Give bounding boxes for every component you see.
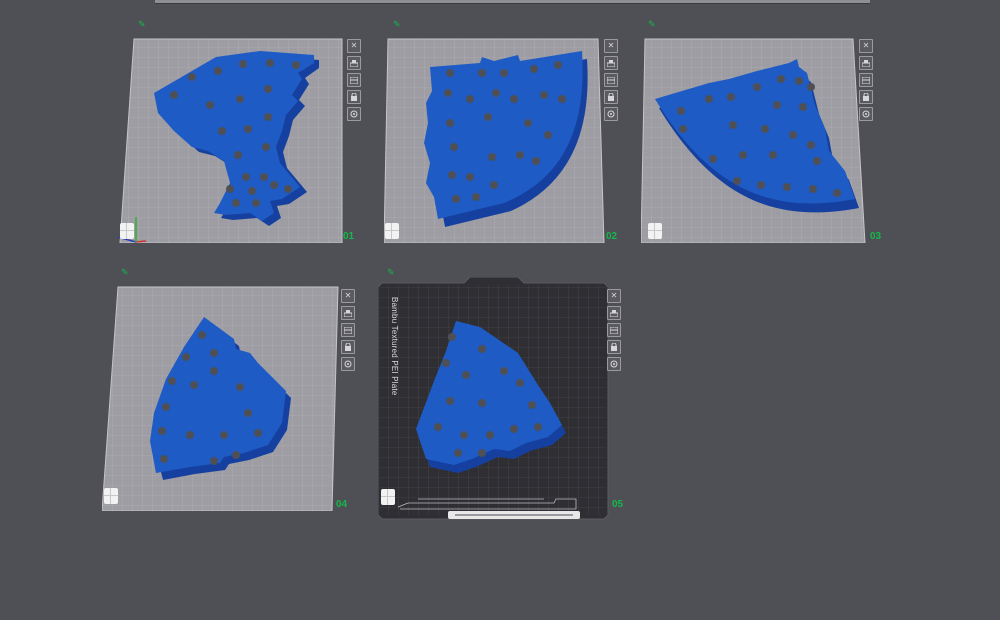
arrange-icon[interactable] xyxy=(607,306,621,320)
orient-icon[interactable] xyxy=(604,73,618,87)
plate-03[interactable] xyxy=(641,37,871,243)
plate-number: 01 xyxy=(343,231,355,242)
arrange-icon[interactable] xyxy=(347,56,361,70)
plate-04-edit-icon[interactable]: ✎ xyxy=(121,267,129,278)
plate-05-qr-badge xyxy=(381,489,395,505)
plate-05[interactable] xyxy=(378,277,609,520)
settings-icon[interactable] xyxy=(859,107,873,121)
plate-number: 05 xyxy=(612,499,624,510)
settings-icon[interactable] xyxy=(347,107,361,121)
lock-icon[interactable] xyxy=(341,340,355,354)
plate-02-bed xyxy=(384,38,605,243)
top-bar xyxy=(155,0,870,4)
plate-type-label: Bambu Textured PEI Plate xyxy=(390,297,399,396)
plate-02-toolbar: ✕ xyxy=(604,39,618,121)
close-icon[interactable]: ✕ xyxy=(607,289,621,303)
plate-01-edit-icon[interactable]: ✎ xyxy=(138,19,146,30)
settings-icon[interactable] xyxy=(607,357,621,371)
plate-01-qr-badge xyxy=(120,223,134,239)
plate-01-bed xyxy=(118,38,343,243)
plate-number: 03 xyxy=(870,231,882,242)
plate-02[interactable] xyxy=(384,37,614,243)
lock-icon[interactable] xyxy=(607,340,621,354)
plate-04-toolbar: ✕ xyxy=(341,289,355,371)
plate-05-edit-icon[interactable]: ✎ xyxy=(387,267,395,278)
close-icon[interactable]: ✕ xyxy=(347,39,361,53)
lock-icon[interactable] xyxy=(604,90,618,104)
orient-icon[interactable] xyxy=(859,73,873,87)
plate-01-toolbar: ✕ xyxy=(347,39,361,121)
plate-05-bottom-strip xyxy=(448,511,580,519)
arrange-icon[interactable] xyxy=(341,306,355,320)
close-icon[interactable]: ✕ xyxy=(341,289,355,303)
orient-icon[interactable] xyxy=(607,323,621,337)
plate-02-edit-icon[interactable]: ✎ xyxy=(393,19,401,30)
plate-05-toolbar: ✕ xyxy=(607,289,621,371)
plate-03-bed xyxy=(641,38,866,243)
orient-icon[interactable] xyxy=(341,323,355,337)
arrange-icon[interactable] xyxy=(604,56,618,70)
plate-04[interactable] xyxy=(102,285,339,511)
plate-05-bed xyxy=(378,277,609,520)
plate-02-qr-badge xyxy=(385,223,399,239)
plate-04-qr-badge xyxy=(104,488,118,504)
settings-icon[interactable] xyxy=(604,107,618,121)
settings-icon[interactable] xyxy=(341,357,355,371)
close-icon[interactable]: ✕ xyxy=(859,39,873,53)
lock-icon[interactable] xyxy=(347,90,361,104)
plate-number: 02 xyxy=(606,231,618,242)
plate-number: 04 xyxy=(336,499,348,510)
plate-04-bed xyxy=(102,286,339,511)
close-icon[interactable]: ✕ xyxy=(604,39,618,53)
orient-icon[interactable] xyxy=(347,73,361,87)
plate-03-qr-badge xyxy=(648,223,662,239)
plate-03-toolbar: ✕ xyxy=(859,39,873,121)
plate-03-edit-icon[interactable]: ✎ xyxy=(648,19,656,30)
lock-icon[interactable] xyxy=(859,90,873,104)
arrange-icon[interactable] xyxy=(859,56,873,70)
plate-01[interactable] xyxy=(118,37,348,243)
